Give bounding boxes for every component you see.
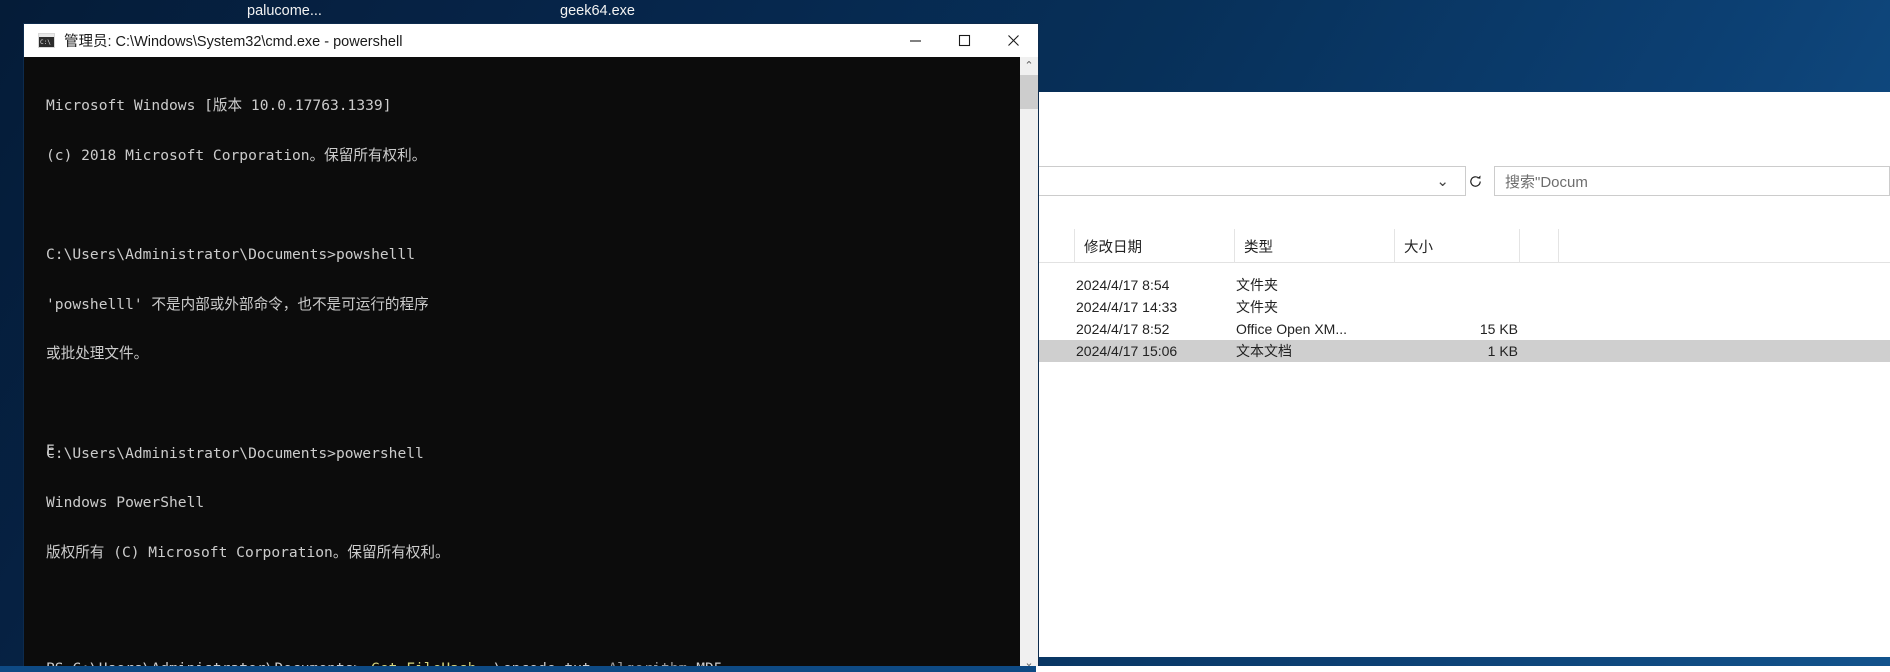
console-icon (38, 33, 55, 48)
row-date: 2024/4/17 14:33 (1076, 299, 1178, 315)
taskbar-item-geek64[interactable]: geek64.exe (560, 3, 635, 19)
table-row[interactable]: 2024/4/17 8:54 文件夹 (1036, 274, 1890, 296)
console-line: Windows PowerShell (46, 494, 205, 512)
row-type: Office Open XM... (1236, 321, 1348, 337)
table-row[interactable]: 2024/4/17 15:06 文本文档 1 KB (1036, 340, 1890, 362)
row-date: 2024/4/17 15:06 (1076, 343, 1178, 359)
console-window: 管理员: C:\Windows\System32\cmd.exe - power… (24, 24, 1038, 672)
console-line: C:\Users\Administrator\Documents>powersh… (46, 444, 424, 462)
row-name-fragment (1038, 274, 1074, 296)
row-type: 文件夹 (1236, 299, 1278, 315)
refresh-icon[interactable] (1462, 168, 1488, 194)
taskbar-item-palucome[interactable]: palucome... (247, 3, 322, 19)
console-line: 版权所有 (C) Microsoft Corporation。保留所有权利。 (46, 543, 450, 561)
row-name-fragment (1038, 296, 1074, 318)
row-date: 2024/4/17 8:54 (1076, 277, 1170, 293)
console-vertical-scrollbar[interactable]: ⌃ ⌄ (1020, 57, 1038, 672)
table-row[interactable]: 襄... 2024/4/17 8:52 Office Open XM... 15… (1014, 318, 1890, 340)
console-line: Microsoft Windows [版本 10.0.17763.1339] (46, 97, 392, 115)
close-button[interactable] (989, 24, 1038, 57)
chevron-down-icon[interactable]: ⌄ (1436, 174, 1449, 189)
console-titlebar[interactable]: 管理员: C:\Windows\System32\cmd.exe - power… (24, 24, 1038, 57)
column-header-blank[interactable] (1519, 229, 1559, 263)
column-header-size[interactable]: 大小 (1394, 229, 1519, 263)
row-date: 2024/4/17 8:52 (1076, 321, 1170, 337)
row-size: 15 KB (1479, 321, 1518, 337)
row-size (1366, 274, 1518, 296)
console-line: C:\Users\Administrator\Documents>powshel… (46, 246, 416, 264)
address-bar-input[interactable]: ⌄ (1038, 166, 1466, 196)
search-input[interactable]: 搜索"Docum (1494, 166, 1890, 196)
column-header-type[interactable]: 类型 (1234, 229, 1394, 263)
explorer-column-headers: 修改日期 类型 大小 (1036, 229, 1890, 263)
row-size (1366, 296, 1518, 318)
search-placeholder: 搜索"Docum (1505, 173, 1588, 191)
window-title: 管理员: C:\Windows\System32\cmd.exe - power… (64, 34, 403, 50)
row-type: 文本文档 (1236, 343, 1292, 359)
console-line: (c) 2018 Microsoft Corporation。保留所有权利。 (46, 146, 427, 164)
console-line: 或批处理文件。 (46, 345, 149, 363)
row-size: 1 KB (1487, 343, 1518, 359)
console-output-area[interactable]: Microsoft Windows [版本 10.0.17763.1339] (… (24, 57, 1038, 672)
table-row[interactable]: 2024/4/17 14:33 文件夹 (1036, 296, 1890, 318)
row-type: 文件夹 (1236, 277, 1278, 293)
minimize-button[interactable] (891, 24, 940, 57)
row-name-fragment (1038, 340, 1074, 362)
scroll-up-icon[interactable]: ⌃ (1024, 57, 1033, 75)
window-controls (891, 24, 1038, 57)
column-header-date[interactable]: 修改日期 (1074, 229, 1234, 263)
console-text: Microsoft Windows [版本 10.0.17763.1339] (… (46, 65, 998, 672)
console-line: 'powshelll' 不是内部或外部命令，也不是可运行的程序 (46, 295, 429, 313)
console-scrollbar-thumb[interactable] (1020, 75, 1038, 109)
maximize-button[interactable] (940, 24, 989, 57)
stray-character: E (46, 442, 55, 459)
explorer-bottom-strip (1036, 666, 1890, 672)
